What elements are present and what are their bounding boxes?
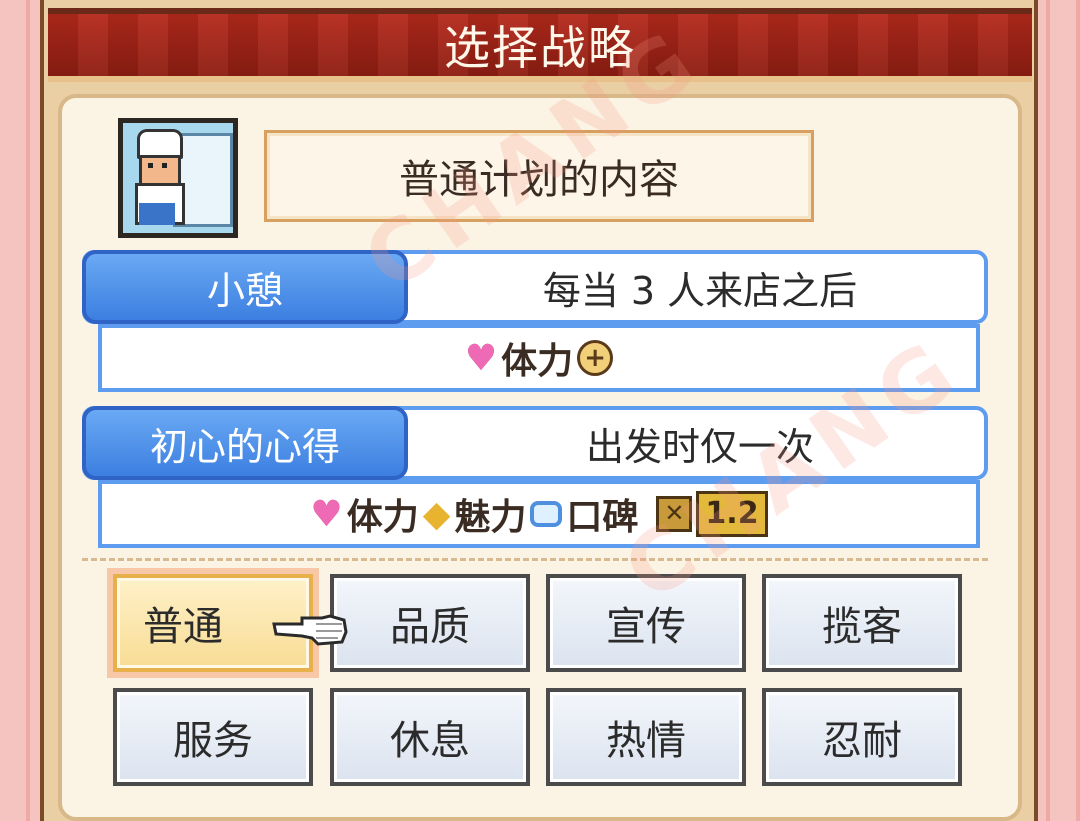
strategy-button-attract[interactable]: 揽客: [762, 574, 962, 672]
strategy-button-passion[interactable]: 热情: [546, 688, 746, 786]
strategy-name-tag: 初心的心得: [82, 406, 408, 480]
divider: [82, 558, 988, 561]
times-icon: ✕: [656, 496, 693, 532]
effect-stat: 口碑: [566, 497, 639, 538]
button-label: 忍耐: [822, 718, 902, 764]
plus-icon: +: [577, 340, 614, 376]
effect-stat: 体力: [346, 497, 419, 538]
plan-title-box: 普通计划的内容: [264, 130, 814, 222]
button-label: 休息: [390, 718, 470, 764]
button-label: 揽客: [822, 604, 902, 650]
strategy-button-service[interactable]: 服务: [113, 688, 313, 786]
plan-title: 普通计划的内容: [399, 157, 679, 203]
strategy-row-1: 小憩 每当 3 人来店之后: [82, 250, 988, 324]
strategy-button-rest[interactable]: 休息: [330, 688, 530, 786]
strategy-button-endurance[interactable]: 忍耐: [762, 688, 962, 786]
multiplier-badge: 1.2: [696, 491, 768, 537]
heart-icon: ♥: [464, 337, 498, 379]
button-label: 普通: [143, 604, 223, 650]
charm-icon: ◆: [422, 493, 451, 535]
strategy-name: 初心的心得: [149, 424, 340, 469]
strategy-condition-text: 出发时仅一次: [585, 424, 814, 469]
strategy-condition: 每当 3 人来店之后: [416, 254, 984, 320]
strategy-effect-1: ♥ 体力 +: [98, 324, 980, 392]
strategy-button-quality[interactable]: 品质: [330, 574, 530, 672]
pointing-hand-icon: [272, 614, 348, 646]
button-label: 宣传: [606, 604, 686, 650]
effect-stat: 体力: [501, 341, 574, 382]
strategy-condition-text: 每当 3 人来店之后: [542, 268, 858, 313]
title-bar: 选择战略: [48, 8, 1032, 82]
strategy-effect-2: ♥ 体力 ◆ 魅力 口碑 ✕ 1.2: [98, 480, 980, 548]
button-label: 热情: [606, 718, 686, 764]
chef-portrait: [118, 118, 238, 238]
strategy-row-2: 初心的心得 出发时仅一次: [82, 406, 988, 480]
strategy-button-promotion[interactable]: 宣传: [546, 574, 746, 672]
effect-stat: 魅力: [454, 497, 527, 538]
strategy-name: 小憩: [206, 268, 283, 313]
strategy-condition: 出发时仅一次: [416, 410, 984, 476]
dialog-title: 选择战略: [444, 21, 636, 75]
heart-icon: ♥: [310, 493, 343, 535]
speech-icon: [530, 501, 563, 527]
button-label: 服务: [173, 718, 253, 764]
button-label: 品质: [390, 604, 470, 650]
strategy-name-tag: 小憩: [82, 250, 408, 324]
